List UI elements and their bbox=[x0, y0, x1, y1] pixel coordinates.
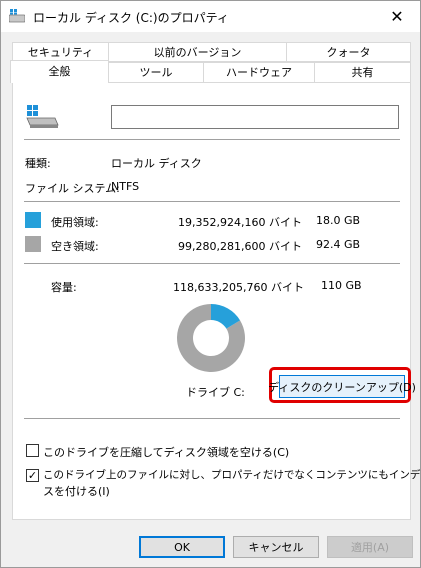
tab-sharing[interactable]: 共有 bbox=[314, 62, 411, 83]
divider bbox=[24, 139, 400, 140]
type-value: ローカル ディスク bbox=[111, 157, 202, 170]
tab-quota[interactable]: クォータ bbox=[286, 42, 411, 62]
free-space-swatch bbox=[25, 236, 41, 252]
tab-hardware[interactable]: ハードウェア bbox=[203, 62, 315, 83]
capacity-bytes: 118,633,205,760 バイト bbox=[173, 281, 304, 294]
capacity-size: 110 GB bbox=[321, 279, 362, 292]
divider bbox=[24, 201, 400, 202]
index-checkbox[interactable]: ✓ bbox=[26, 469, 39, 482]
drive-windows-icon bbox=[26, 105, 59, 128]
close-button[interactable]: ✕ bbox=[374, 1, 420, 32]
free-space-size: 92.4 GB bbox=[316, 238, 361, 251]
disk-usage-chart bbox=[177, 304, 245, 372]
ok-button[interactable]: OK bbox=[139, 536, 225, 558]
drive-label: ドライブ C: bbox=[186, 386, 245, 399]
filesystem-label: ファイル システム: bbox=[25, 182, 120, 195]
properties-dialog: ローカル ディスク (C:)のプロパティ ✕ セキュリティ 以前のバージョン ク… bbox=[0, 0, 421, 568]
divider bbox=[24, 263, 400, 264]
tab-security[interactable]: セキュリティ bbox=[12, 42, 109, 62]
compress-checkbox-label: このドライブを圧縮してディスク領域を空ける(C) bbox=[43, 446, 290, 459]
apply-button[interactable]: 適用(A) bbox=[327, 536, 413, 558]
window-title: ローカル ディスク (C:)のプロパティ bbox=[33, 11, 229, 25]
used-space-swatch bbox=[25, 212, 41, 228]
tab-tools[interactable]: ツール bbox=[108, 62, 204, 83]
tab-general[interactable]: 全般 bbox=[10, 60, 109, 83]
cleanup-highlight: ディスクのクリーンアップ(D) bbox=[268, 367, 416, 403]
index-checkbox-label-line2: スを付ける(I) bbox=[43, 485, 110, 498]
compress-checkbox[interactable] bbox=[26, 444, 39, 457]
type-label: 種類: bbox=[25, 157, 51, 170]
used-space-bytes: 19,352,924,160 バイト bbox=[178, 216, 302, 229]
free-space-label: 空き領域: bbox=[51, 240, 99, 253]
drive-icon bbox=[9, 9, 25, 23]
capacity-label: 容量: bbox=[51, 281, 77, 294]
tab-previous-versions[interactable]: 以前のバージョン bbox=[108, 42, 287, 62]
cancel-button[interactable]: キャンセル bbox=[233, 536, 319, 558]
index-checkbox-label-line1: このドライブ上のファイルに対し、プロパティだけでなくコンテンツにもインデック bbox=[43, 469, 421, 481]
disk-cleanup-button[interactable]: ディスクのクリーンアップ(D) bbox=[268, 375, 416, 398]
divider bbox=[24, 418, 400, 419]
checkmark-icon: ✓ bbox=[27, 469, 38, 482]
used-space-label: 使用領域: bbox=[51, 216, 99, 229]
used-space-size: 18.0 GB bbox=[316, 214, 361, 227]
free-space-bytes: 99,280,281,600 バイト bbox=[178, 240, 302, 253]
title-bar: ローカル ディスク (C:)のプロパティ ✕ bbox=[1, 1, 420, 32]
volume-name-input[interactable] bbox=[111, 105, 399, 129]
filesystem-value: NTFS bbox=[111, 180, 140, 193]
general-panel: 種類: ローカル ディスク ファイル システム: NTFS 使用領域: 19,3… bbox=[12, 82, 421, 520]
close-icon: ✕ bbox=[390, 7, 404, 26]
